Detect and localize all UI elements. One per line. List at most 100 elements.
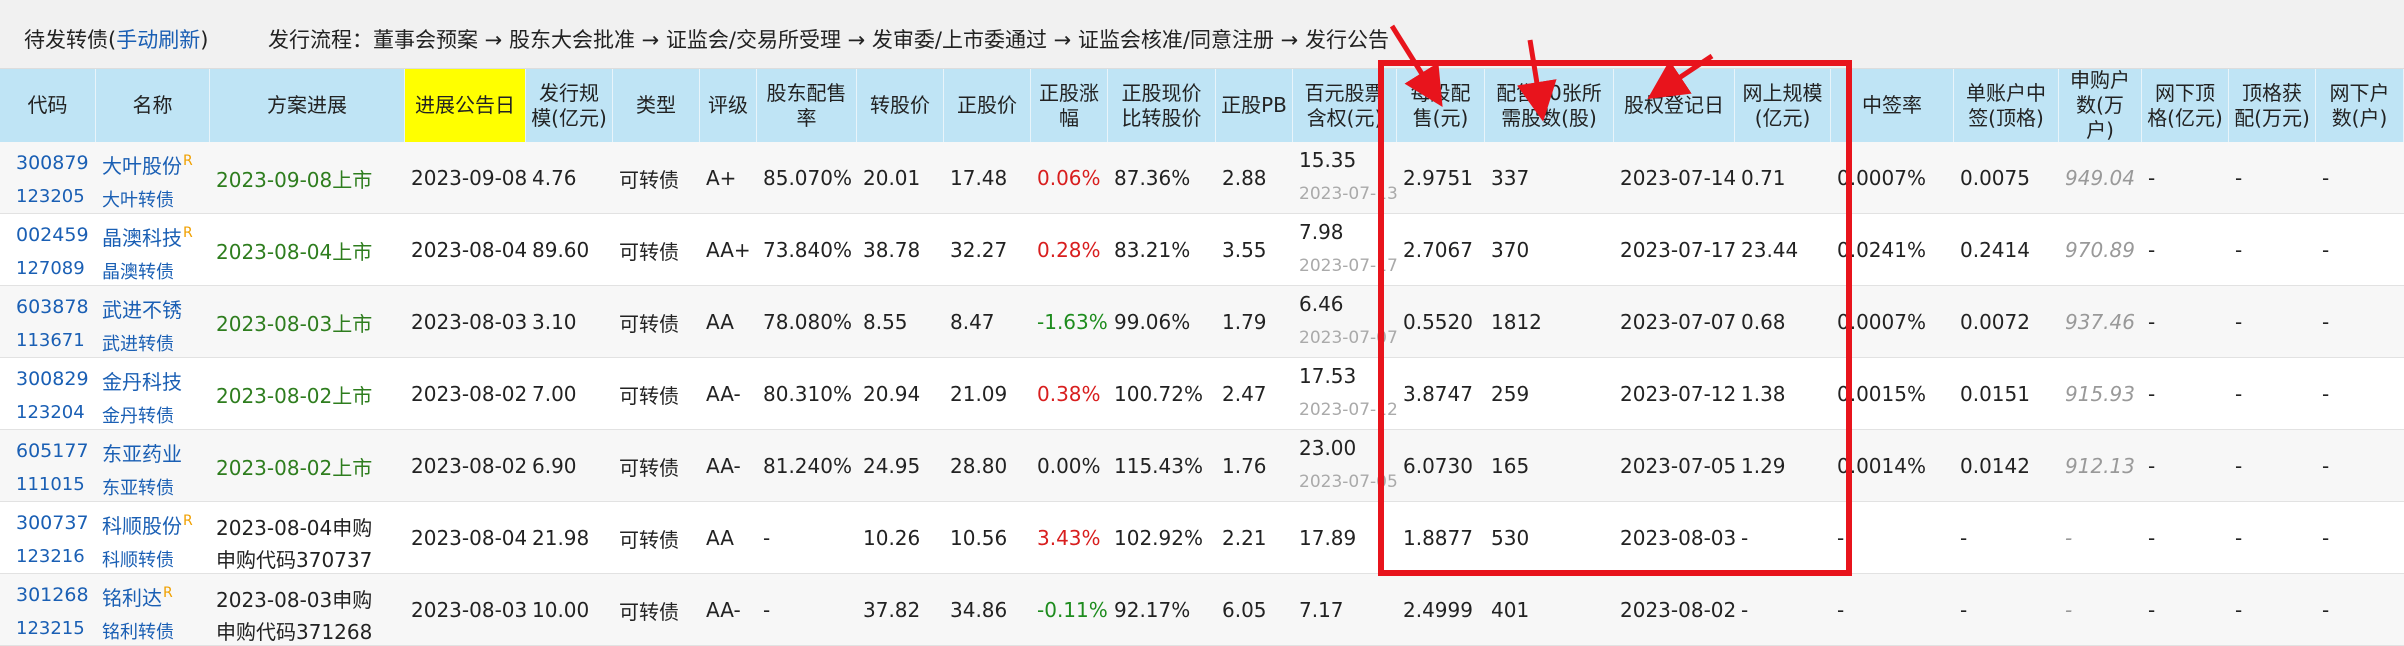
header-type[interactable]: 类型 — [613, 69, 700, 142]
bond-code-link[interactable]: 123205 — [16, 186, 85, 207]
header-price[interactable]: 正股价 — [944, 69, 1031, 142]
cell-win: 0.0241% — [1837, 238, 1926, 262]
stock-code-link[interactable]: 300737 — [16, 512, 89, 534]
cell-size: 3.10 — [532, 310, 577, 334]
header-offtop[interactable]: 网下顶格(亿元) — [2142, 69, 2229, 142]
stock-code-link[interactable]: 603878 — [16, 296, 89, 318]
header-chg[interactable]: 正股涨幅 — [1031, 69, 1108, 142]
stock-name-link[interactable]: 大叶股份R — [102, 150, 193, 179]
cell-type: 可转债 — [619, 167, 679, 192]
stock-name-link[interactable]: 武进不锈 — [102, 294, 183, 323]
perbai-date: 2023-07-17 — [1299, 256, 1397, 276]
header-plan[interactable]: 方案进展 — [210, 69, 405, 142]
stock-code-link[interactable]: 002459 — [16, 224, 89, 246]
table-row[interactable]: 603878 113671 武进不锈武进转债 2023-08-03上市 2023-08-… — [0, 286, 2404, 358]
cell-offtop: - — [2148, 454, 2156, 478]
bond-name-link[interactable]: 晶澳转债 — [102, 258, 174, 284]
cell-type: 可转债 — [619, 383, 679, 408]
table-row[interactable]: 300737 123216 科顺股份R 科顺转债 2023-08-04申购 申购代码370… — [0, 502, 2404, 574]
cell-pct: 99.06% — [1114, 310, 1191, 334]
stock-code-link[interactable]: 605177 — [16, 440, 89, 462]
bond-name-link[interactable]: 武进转债 — [102, 330, 174, 356]
cell-pct: 92.17% — [1114, 598, 1191, 622]
bond-code-link[interactable]: 123216 — [16, 546, 85, 567]
cell-code: 300737 123216 — [0, 502, 96, 574]
cell-win: 0.0007% — [1837, 166, 1926, 190]
header-pct[interactable]: 正股现价比转股价 — [1108, 69, 1216, 142]
stock-name-link[interactable]: 铭利达R — [102, 582, 173, 611]
change-value: 0.38% — [1037, 382, 1101, 406]
cell-offcnt: - — [2322, 454, 2330, 478]
cell-reg: 2023-07-07 — [1620, 310, 1735, 334]
cell-price: 17.48 — [950, 166, 1008, 190]
bond-name-link[interactable]: 金丹转债 — [102, 402, 174, 428]
table-row[interactable]: 300879 123205 大叶股份R 大叶转债 2023-09-08上市 2023-09… — [0, 142, 2404, 214]
bond-name-link[interactable]: 大叶转债 — [102, 186, 174, 212]
apply-count: 912.13 — [2065, 454, 2135, 478]
cell-rating: AA- — [706, 454, 741, 478]
cell-plan: 2023-08-04上市 — [210, 214, 405, 286]
table-row[interactable]: 002459 127089 晶澳科技R 晶澳转债 2023-08-04上市 2023-08… — [0, 214, 2404, 286]
stock-name-link[interactable]: 科顺股份R — [102, 510, 193, 539]
header-perbai[interactable]: 百元股票含权(元) — [1293, 69, 1397, 142]
cell-plan: 2023-08-02上市 — [210, 430, 405, 502]
cell-type: 可转债 — [619, 599, 679, 624]
table-row[interactable]: 300829 123204 金丹科技 金丹转债 2023-08-02上市 2023-08-… — [0, 358, 2404, 430]
table-row[interactable]: 605177 111015 东亚药业 东亚转债 2023-08-02上市 2023-08-… — [0, 430, 2404, 502]
header-conv[interactable]: 转股价 — [857, 69, 944, 142]
header-each[interactable]: 每股配售(元) — [1397, 69, 1485, 142]
bond-code-link[interactable]: 111015 — [16, 474, 85, 495]
cell-chg: -1.63% — [1031, 286, 1108, 358]
header-name[interactable]: 名称 — [96, 69, 210, 142]
stock-name-link[interactable]: 晶澳科技R — [102, 222, 193, 251]
bond-code-link[interactable]: 123215 — [16, 618, 85, 639]
header-win[interactable]: 中签率 — [1831, 69, 1954, 142]
cell-date: 2023-08-03 — [411, 310, 526, 334]
header-code[interactable]: 代码 — [0, 69, 96, 142]
header-online[interactable]: 网上规模(亿元) — [1735, 69, 1831, 142]
header-pb[interactable]: 正股PB — [1216, 69, 1293, 142]
table-header: 代码 名称 方案进展 进展公告日 发行规模(亿元) 类型 评级 股东配售率 转股价 正股价 正股涨幅… — [0, 68, 2404, 142]
refresh-link[interactable]: 手动刷新 — [116, 28, 200, 52]
stock-code-link[interactable]: 301268 — [16, 584, 89, 606]
apply-count: 949.04 — [2065, 166, 2135, 190]
stock-code-link[interactable]: 300879 — [16, 152, 89, 174]
cell-type: 可转债 — [619, 311, 679, 336]
header-size[interactable]: 发行规模(亿元) — [526, 69, 613, 142]
bond-code-link[interactable]: 123204 — [16, 402, 85, 423]
perbai-date: 2023-07-05 — [1299, 472, 1397, 492]
header-single[interactable]: 单账户中签(顶格) — [1954, 69, 2059, 142]
header-topget[interactable]: 顶格获配(万元) — [2229, 69, 2316, 142]
header-reg[interactable]: 股权登记日 — [1614, 69, 1735, 142]
header-date[interactable]: 进展公告日 — [405, 69, 526, 142]
bond-code-link[interactable]: 113671 — [16, 330, 85, 351]
bond-code-link[interactable]: 127089 — [16, 258, 85, 279]
header-need[interactable]: 配售10张所需股数(股) — [1485, 69, 1614, 142]
header-offcnt[interactable]: 网下户数(户) — [2316, 69, 2404, 142]
stock-name-link[interactable]: 金丹科技 — [102, 366, 183, 395]
apply-count: - — [2065, 526, 2073, 550]
header-rating[interactable]: 评级 — [700, 69, 757, 142]
bond-name-link[interactable]: 科顺转债 — [102, 546, 174, 572]
cell-ratio: 85.070% — [763, 166, 852, 190]
cell-pct: 100.72% — [1114, 382, 1203, 406]
cell-ratio: - — [763, 598, 771, 622]
change-value: 3.43% — [1037, 526, 1101, 550]
cell-win: - — [1837, 598, 1845, 622]
cell-name: 科顺股份R 科顺转债 — [96, 502, 210, 574]
cell-rating: A+ — [706, 166, 737, 190]
cell-topget: - — [2235, 598, 2243, 622]
cell-plan: 2023-08-03上市 — [210, 286, 405, 358]
bond-name-link[interactable]: 东亚转债 — [102, 474, 174, 500]
cell-date: 2023-08-03 — [411, 598, 526, 622]
cell-ratio: 80.310% — [763, 382, 852, 406]
header-ratio[interactable]: 股东配售率 — [757, 69, 857, 142]
r-badge: R — [183, 153, 193, 170]
header-apply[interactable]: 申购户数(万户) — [2059, 68, 2142, 142]
stock-name-link[interactable]: 东亚药业 — [102, 438, 183, 467]
table-row[interactable]: 301268 123215 铭利达R 铭利转债 2023-08-03申购 申购代码3712… — [0, 574, 2404, 646]
cell-reg: 2023-07-14 — [1620, 166, 1735, 190]
stock-code-link[interactable]: 300829 — [16, 368, 89, 390]
cell-size: 21.98 — [532, 526, 590, 550]
cell-online: - — [1741, 598, 1749, 622]
